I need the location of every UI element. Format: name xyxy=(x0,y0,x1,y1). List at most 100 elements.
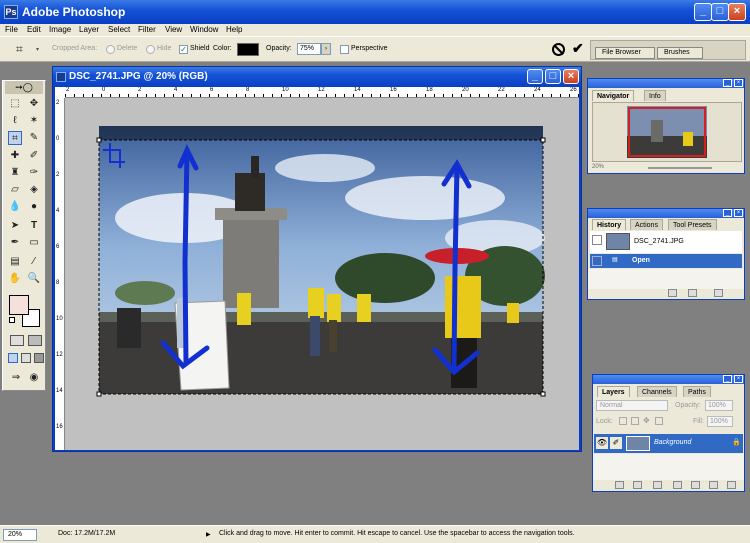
standard-screen-mode-icon[interactable] xyxy=(8,353,18,363)
add-layer-style-icon[interactable] xyxy=(633,481,642,489)
foreground-color-swatch[interactable] xyxy=(9,295,29,315)
magic-wand-tool-icon[interactable]: ✶ xyxy=(27,114,41,128)
tab-tool-presets[interactable]: Tool Presets xyxy=(668,219,717,230)
opacity-input[interactable]: 75% xyxy=(297,43,321,55)
crop-tool-icon[interactable]: ⌗ xyxy=(8,131,22,145)
tab-navigator[interactable]: Navigator xyxy=(592,90,635,101)
blur-tool-icon[interactable]: 💧 xyxy=(8,200,22,214)
play-arrow-icon[interactable]: ▶ xyxy=(206,531,211,538)
new-fill-layer-icon[interactable] xyxy=(673,481,682,489)
paint-bucket-tool-icon[interactable]: ◈ xyxy=(27,183,41,197)
history-snapshot-row[interactable]: DSC_2741.JPG xyxy=(590,231,742,253)
menu-filter[interactable]: Filter xyxy=(138,24,156,36)
close-button[interactable]: × xyxy=(728,3,746,21)
shield-checkbox[interactable]: ✓ xyxy=(179,45,188,54)
eyedropper-tool-icon[interactable]: ⁄ xyxy=(27,255,41,269)
cancel-crop-icon[interactable] xyxy=(552,43,565,56)
crop-handle[interactable] xyxy=(540,391,546,397)
chevron-down-icon[interactable]: ▾ xyxy=(36,46,39,53)
opacity-slider-arrow-icon[interactable]: › xyxy=(321,43,331,55)
history-brush-source-icon[interactable] xyxy=(592,256,602,266)
commit-crop-icon[interactable]: ✔ xyxy=(572,40,584,57)
menu-layer[interactable]: Layer xyxy=(79,24,99,36)
document-title-bar[interactable]: DSC_2741.JPG @ 20% (RGB) _ □ × xyxy=(53,67,581,87)
history-panel-bar[interactable]: _ × xyxy=(588,209,744,218)
hide-radio[interactable] xyxy=(146,45,155,54)
lock-image-icon[interactable] xyxy=(631,417,639,425)
imageready-icon[interactable]: ◉ xyxy=(27,371,41,385)
perspective-checkbox[interactable] xyxy=(340,45,349,54)
lock-position-icon[interactable]: ✥ xyxy=(643,416,650,425)
vertical-ruler[interactable]: 2 0 2 4 6 8 10 12 14 16 xyxy=(55,98,65,450)
brush-tool-icon[interactable]: ✐ xyxy=(27,149,41,163)
full-screen-menu-mode-icon[interactable] xyxy=(21,353,31,363)
palette-well-tab-file-browser[interactable]: File Browser xyxy=(595,47,655,59)
dodge-tool-icon[interactable]: ● xyxy=(27,200,41,214)
tab-actions[interactable]: Actions xyxy=(630,219,663,230)
eraser-tool-icon[interactable]: ▱ xyxy=(8,183,22,197)
crop-handle[interactable] xyxy=(96,137,102,143)
link-layers-icon[interactable] xyxy=(615,481,624,489)
delete-state-icon[interactable] xyxy=(714,289,723,297)
navigator-preview-area[interactable] xyxy=(592,102,742,162)
panel-close-button[interactable]: × xyxy=(734,375,743,383)
navigator-zoom-slider[interactable] xyxy=(648,167,712,169)
move-tool-icon[interactable]: ✥ xyxy=(27,97,41,111)
crop-handle[interactable] xyxy=(96,391,102,397)
menu-edit[interactable]: Edit xyxy=(27,24,41,36)
lock-transparent-icon[interactable] xyxy=(619,417,627,425)
history-brush-source-icon[interactable] xyxy=(592,235,602,245)
ruler-corner[interactable] xyxy=(55,87,65,98)
marquee-tool-icon[interactable]: ⬚ xyxy=(8,97,22,111)
menu-window[interactable]: Window xyxy=(190,24,218,36)
horizontal-ruler[interactable]: 2 0 2 4 6 8 10 12 14 16 18 20 22 24 26 xyxy=(65,87,579,98)
photo-canvas[interactable] xyxy=(65,98,579,450)
history-item-open[interactable]: ▤ Open xyxy=(590,254,742,268)
pen-tool-icon[interactable]: ✒ xyxy=(8,236,22,250)
tab-paths[interactable]: Paths xyxy=(683,386,711,397)
zoom-input[interactable]: 20% xyxy=(3,529,37,541)
doc-size-info[interactable]: Doc: 17.2M/17.2M xyxy=(58,530,115,537)
slice-tool-icon[interactable]: ✎ xyxy=(27,131,41,145)
eye-icon[interactable]: 👁 xyxy=(596,437,608,449)
default-colors-icon[interactable] xyxy=(9,317,15,323)
canvas-area[interactable] xyxy=(65,98,579,450)
delete-layer-icon[interactable] xyxy=(727,481,736,489)
panel-minimize-button[interactable]: _ xyxy=(723,375,732,383)
doc-minimize-button[interactable]: _ xyxy=(527,69,543,84)
lasso-tool-icon[interactable]: ℓ xyxy=(8,114,22,128)
crop-tool-preset-icon[interactable]: ⌗ xyxy=(16,42,32,56)
brush-icon[interactable]: ✐ xyxy=(610,437,622,449)
lock-all-icon[interactable] xyxy=(655,417,663,425)
doc-maximize-button[interactable]: □ xyxy=(545,69,561,84)
menu-image[interactable]: Image xyxy=(49,24,71,36)
new-set-icon[interactable] xyxy=(691,481,700,489)
notes-tool-icon[interactable]: ▤ xyxy=(8,255,22,269)
navigator-zoom-value[interactable]: 20% xyxy=(592,164,604,170)
menu-help[interactable]: Help xyxy=(226,24,242,36)
type-tool-icon[interactable]: T xyxy=(27,219,41,233)
healing-brush-tool-icon[interactable]: ✚ xyxy=(8,149,22,163)
new-layer-icon[interactable] xyxy=(709,481,718,489)
menu-view[interactable]: View xyxy=(165,24,182,36)
layer-opacity-input[interactable]: 100% xyxy=(705,400,733,411)
maximize-button[interactable]: □ xyxy=(711,3,729,21)
doc-close-button[interactable]: × xyxy=(563,69,579,84)
layer-row-background[interactable]: 👁 ✐ Background 🔒 xyxy=(594,434,743,453)
delete-radio[interactable] xyxy=(106,45,115,54)
navigator-thumbnail[interactable] xyxy=(627,106,707,158)
tab-channels[interactable]: Channels xyxy=(637,386,677,397)
tab-layers[interactable]: Layers xyxy=(597,386,630,397)
tab-history[interactable]: History xyxy=(592,219,627,230)
fill-input[interactable]: 100% xyxy=(707,416,733,427)
panel-close-button[interactable]: × xyxy=(734,209,743,217)
new-document-from-state-icon[interactable] xyxy=(668,289,677,297)
blend-mode-select[interactable]: Normal xyxy=(596,400,668,411)
panel-close-button[interactable]: × xyxy=(734,79,743,87)
crop-handle[interactable] xyxy=(540,137,546,143)
full-screen-mode-icon[interactable] xyxy=(34,353,44,363)
shield-color-swatch[interactable] xyxy=(237,43,259,56)
minimize-button[interactable]: _ xyxy=(694,3,712,21)
new-snapshot-icon[interactable] xyxy=(688,289,697,297)
standard-mode-icon[interactable] xyxy=(10,335,24,346)
